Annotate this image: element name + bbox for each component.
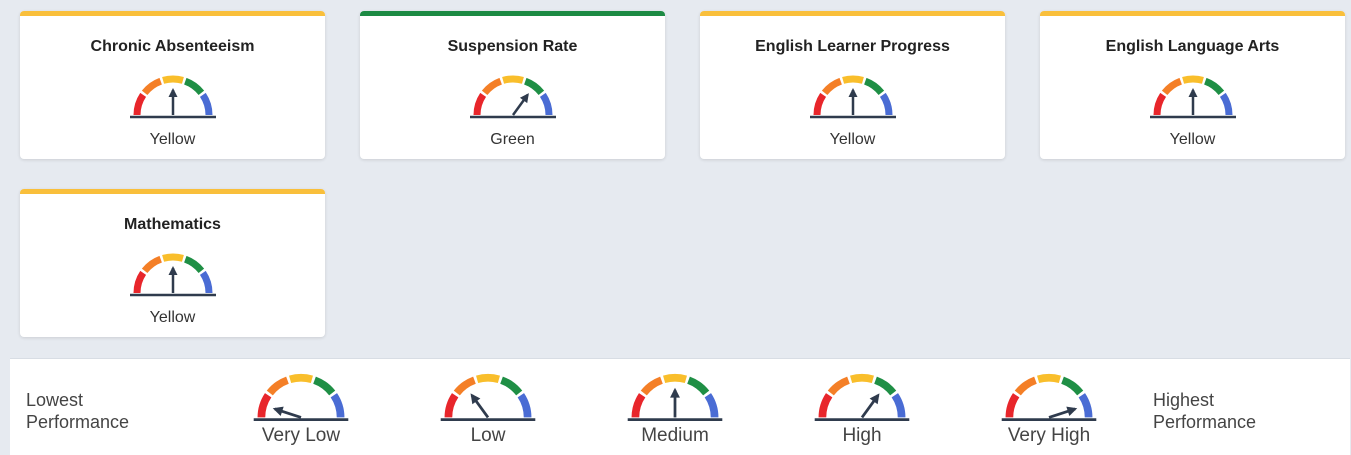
gauge-icon-very-low [253, 374, 349, 421]
gauge-icon-very-high [1001, 374, 1097, 421]
gauge-segment [453, 376, 476, 396]
gauge-segment [863, 77, 884, 96]
gauge-segment [517, 393, 532, 418]
gauge-segment [289, 374, 313, 384]
gauge-segment [818, 393, 833, 418]
gauge-icon [469, 75, 556, 119]
indicator-card-chronic-absenteeism[interactable]: Chronic Absenteeism Yellow [20, 11, 325, 159]
gauge-segment [199, 92, 212, 116]
legend-label-high: High [842, 425, 882, 446]
legend-label-medium: Medium [641, 425, 709, 446]
card-title: Suspension Rate [447, 38, 578, 55]
indicator-card-english-language-arts[interactable]: English Language Arts Yellow [1040, 11, 1345, 159]
gauge-segment [827, 376, 850, 396]
gauge-segment [476, 374, 500, 384]
gauge-needle-head [1066, 406, 1078, 416]
gauge-segment [266, 376, 289, 396]
gauge-segment [481, 77, 502, 96]
indicator-card-mathematics[interactable]: Mathematics Yellow [20, 189, 325, 337]
status-color-bar [360, 11, 665, 16]
gauge-segment [473, 92, 486, 116]
gauge-segment [330, 393, 345, 418]
gauge-segment [1181, 75, 1204, 84]
card-title: Mathematics [124, 216, 221, 233]
legend-label-very-low: Very Low [261, 425, 341, 446]
gauge-icon [129, 75, 216, 119]
status-color-bar [20, 189, 325, 194]
gauge-segment [1061, 376, 1084, 396]
gauge-segment [539, 92, 552, 116]
status-label: Green [490, 131, 535, 148]
highest-performance-label: Highest Performance [1153, 390, 1257, 432]
performance-legend: Lowest Performance Very Low Low Medium H… [10, 358, 1350, 455]
status-color-bar [20, 11, 325, 16]
gauge-segment [813, 92, 826, 116]
gauge-segment [183, 255, 204, 274]
card-title: English Learner Progress [755, 38, 950, 55]
gauge-segment [874, 376, 897, 396]
card-title: English Language Arts [1105, 38, 1280, 55]
status-label: Yellow [149, 131, 196, 148]
gauge-segment [687, 376, 710, 396]
gauge-segment [821, 77, 842, 96]
gauge-needle-head [272, 406, 284, 416]
gauge-segment [631, 393, 646, 418]
gauge-icon-low [440, 374, 536, 421]
gauge-icon [809, 75, 896, 119]
gauge-icon [129, 253, 216, 297]
gauge-segment [1161, 77, 1182, 96]
legend-label-low: Low [470, 425, 506, 446]
status-color-bar [1040, 11, 1345, 16]
gauge-needle-head [168, 88, 177, 97]
gauge-segment [1005, 393, 1020, 418]
gauge-needle-head [670, 387, 680, 398]
status-label: Yellow [1169, 131, 1216, 148]
legend-label-very-high: Very High [1007, 425, 1091, 446]
gauge-segment [141, 77, 162, 96]
gauge-segment [257, 393, 272, 418]
gauge-segment [1219, 92, 1232, 116]
gauge-segment [199, 270, 212, 294]
gauge-segment [663, 374, 687, 384]
gauge-segment [523, 77, 544, 96]
indicator-card-english-learner-progress[interactable]: English Learner Progress Yellow [700, 11, 1005, 159]
gauge-segment [850, 374, 874, 384]
gauge-segment [1037, 374, 1061, 384]
gauge-segment [500, 376, 523, 396]
gauge-segment [1153, 92, 1166, 116]
card-title: Chronic Absenteeism [90, 38, 255, 55]
gauge-segment [444, 393, 459, 418]
gauge-segment [501, 75, 524, 84]
gauge-segment [133, 92, 146, 116]
status-label: Yellow [149, 309, 196, 326]
gauge-segment [891, 393, 906, 418]
gauge-segment [133, 270, 146, 294]
gauge-needle-head [1188, 88, 1197, 97]
indicator-card-suspension-rate[interactable]: Suspension Rate Green [360, 11, 665, 159]
gauge-segment [879, 92, 892, 116]
gauge-segment [704, 393, 719, 418]
gauge-segment [161, 75, 184, 84]
status-label: Yellow [829, 131, 876, 148]
gauge-segment [640, 376, 663, 396]
lowest-performance-label: Lowest Performance [26, 390, 130, 432]
gauge-needle-head [168, 266, 177, 275]
gauge-needle-head [848, 88, 857, 97]
gauge-segment [313, 376, 336, 396]
status-color-bar [700, 11, 1005, 16]
gauge-segment [141, 255, 162, 274]
gauge-segment [1014, 376, 1037, 396]
gauge-icon-medium [627, 374, 723, 421]
gauge-segment [1078, 393, 1093, 418]
gauge-segment [183, 77, 204, 96]
gauge-icon [1149, 75, 1236, 119]
gauge-icon-high [814, 374, 910, 421]
gauge-segment [841, 75, 864, 84]
gauge-segment [161, 253, 184, 262]
gauge-segment [1203, 77, 1224, 96]
